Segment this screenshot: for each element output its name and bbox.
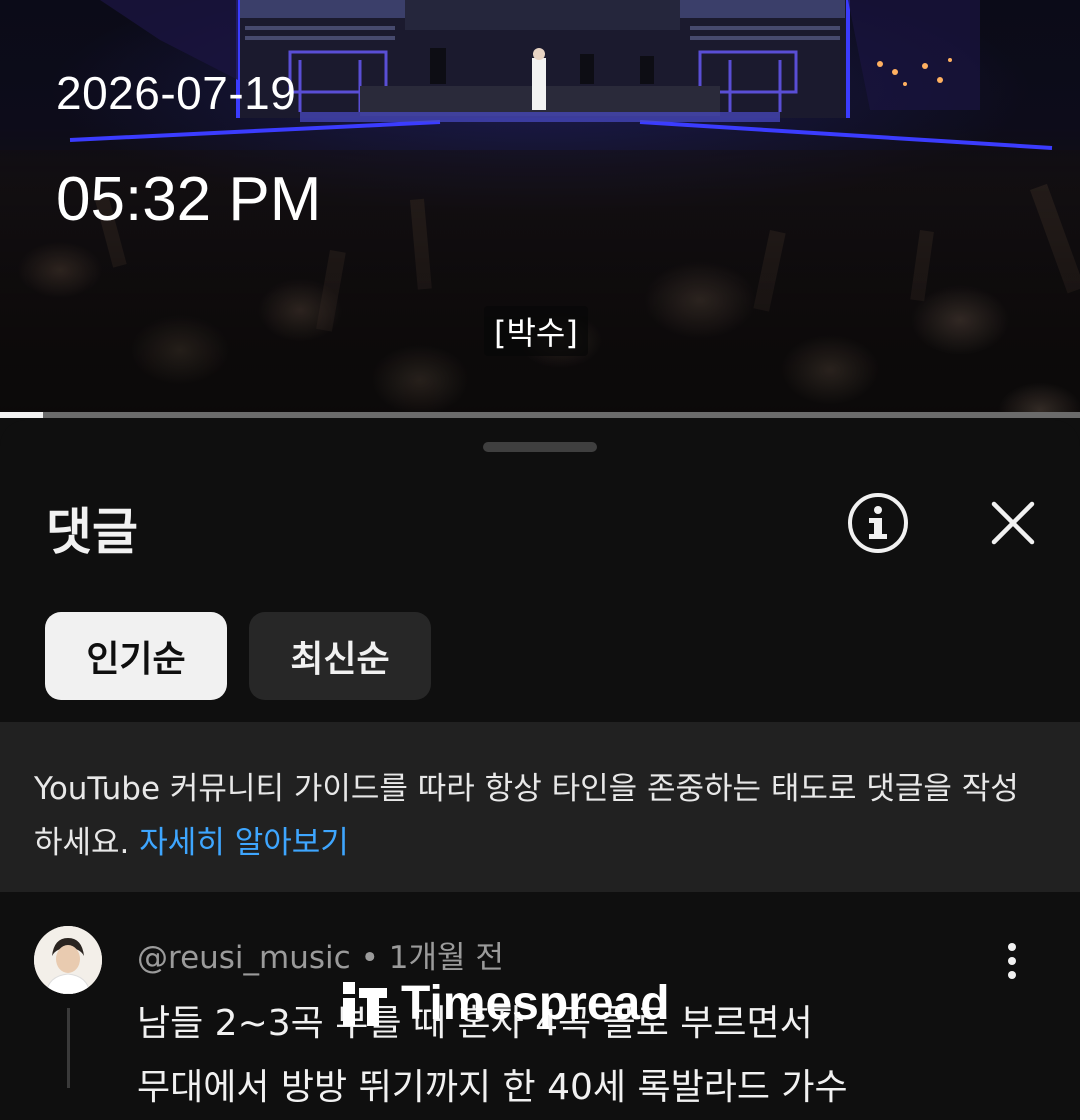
time-overlay: 05:32 PM <box>56 165 322 234</box>
close-button[interactable] <box>980 490 1046 556</box>
info-circle-icon <box>848 493 908 553</box>
more-vert-icon-dot <box>1008 971 1016 979</box>
video-progress-bar[interactable] <box>0 412 1080 418</box>
timespread-logo-icon <box>343 981 387 1026</box>
sort-chip-latest[interactable]: 최신순 <box>249 612 431 700</box>
comment-line: 무대에서 방방 뛰기까지 한 40세 록발라드 가수 <box>137 1067 848 1108</box>
comment-author[interactable]: @reusi_music <box>137 940 351 976</box>
timespread-watermark: Timespread <box>343 976 670 1031</box>
video-progress-fill <box>0 412 44 418</box>
learn-more-link[interactable]: 자세히 알아보기 <box>139 825 349 861</box>
more-vert-icon <box>1008 943 1016 951</box>
info-button[interactable] <box>845 490 911 556</box>
more-vert-icon-dot <box>1008 957 1016 965</box>
comment-more-button[interactable] <box>994 936 1030 986</box>
avatar[interactable] <box>34 926 102 994</box>
comment-meta: @reusi_music • 1개월 전 <box>137 932 504 977</box>
video-player[interactable]: 2026-07-19 05:32 PM [박수] <box>0 0 1080 418</box>
meta-separator: • <box>360 940 379 976</box>
community-guidelines-notice: YouTube 커뮤니티 가이드를 따라 항상 타인을 존중하는 태도로 댓글을… <box>0 722 1080 892</box>
close-icon <box>991 501 1035 545</box>
reply-thread-line <box>67 1008 70 1088</box>
user-avatar-icon <box>34 926 102 994</box>
subtitle-caption: [박수] <box>484 306 588 356</box>
watermark-text: Timespread <box>401 977 670 1030</box>
guidelines-notice-text: YouTube 커뮤니티 가이드를 따라 항상 타인을 존중하는 태도로 댓글을… <box>34 762 1034 870</box>
drag-handle[interactable] <box>483 442 597 452</box>
comments-title: 댓글 <box>46 503 138 561</box>
date-overlay: 2026-07-19 <box>56 67 297 119</box>
comment-age: 1개월 전 <box>388 940 504 976</box>
sort-chip-popular[interactable]: 인기순 <box>45 612 227 700</box>
